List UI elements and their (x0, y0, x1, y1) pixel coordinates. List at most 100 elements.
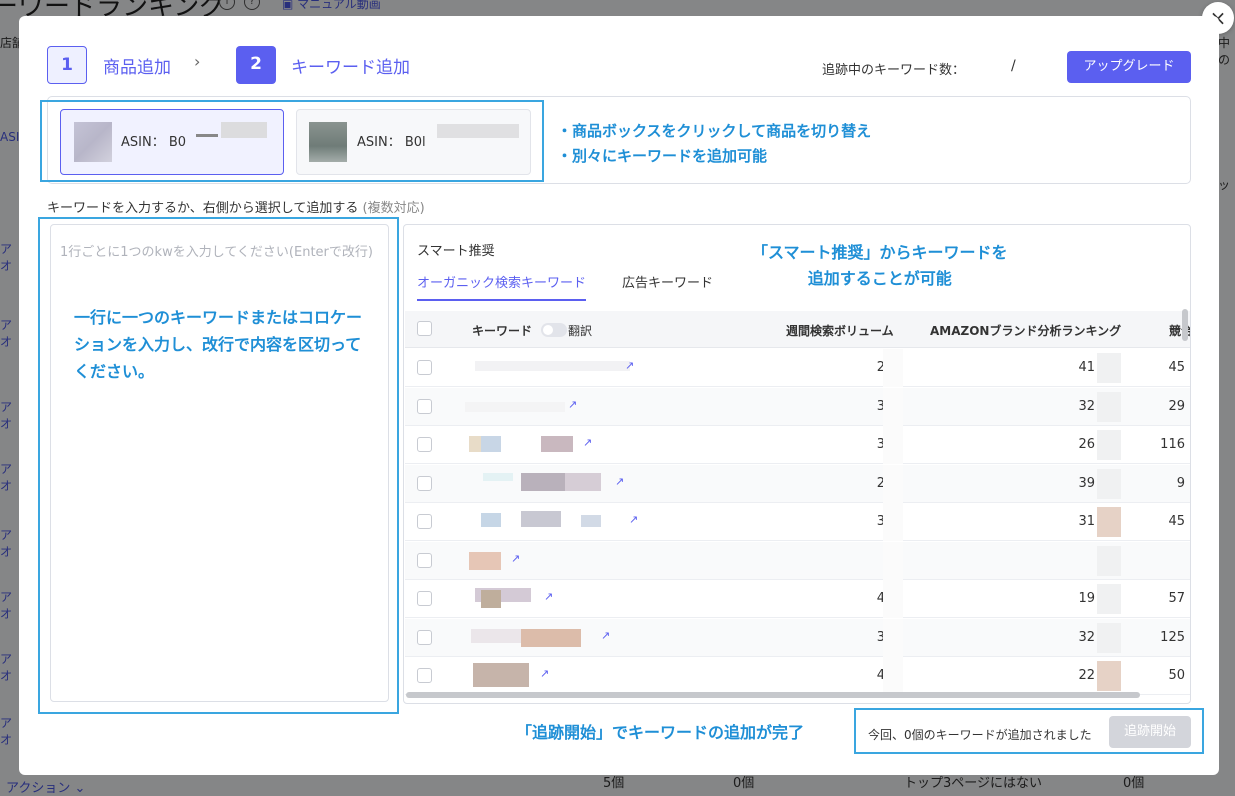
smart-recommendation-panel: スマート推奨 オーガニック検索キーワード 広告キーワード キーワード 翻訳 週間… (403, 224, 1191, 704)
added-count-text: 今回、0個のキーワードが追加されました (868, 728, 1092, 742)
external-link-icon[interactable]: ↗ (629, 513, 641, 526)
start-tracking-button[interactable]: 追跡開始 (1109, 716, 1191, 748)
competition-cell: 45 (1168, 514, 1185, 529)
table-row[interactable]: ↗ 4 19 57 (405, 580, 1190, 618)
row-checkbox[interactable] (417, 629, 432, 645)
competition-cell: 125 (1160, 629, 1185, 645)
table-row[interactable]: ↗ 3 26 116 (405, 426, 1190, 464)
annotation-smart-note: 「スマート推奨」からキーワードを 追加することが可能 (752, 240, 1008, 292)
external-link-icon[interactable]: ↗ (511, 552, 523, 565)
upgrade-button[interactable]: アップグレード (1067, 51, 1191, 83)
header-keyword[interactable]: キーワード (472, 322, 532, 339)
smart-title: スマート推奨 (417, 244, 495, 259)
step-2-label[interactable]: キーワード追加 (291, 53, 410, 78)
step-1-number[interactable]: 1 (47, 46, 87, 84)
row-checkbox[interactable] (417, 360, 432, 375)
blurred-keyword (521, 628, 581, 647)
annotation-line: ・別々にキーワードを追加可能 (557, 147, 768, 165)
weekly-volume-cell: 2 (876, 475, 885, 491)
translate-toggle[interactable] (541, 323, 567, 337)
blurred-value (883, 464, 903, 503)
row-checkbox[interactable] (417, 514, 432, 529)
tab-ad-keywords[interactable]: 広告キーワード (622, 272, 713, 291)
row-checkbox[interactable] (417, 398, 432, 414)
weekly-volume-cell: 2 (876, 360, 885, 375)
blurred-value (1097, 353, 1121, 383)
blurred-value (1097, 545, 1121, 576)
annotation-line: 「スマート推奨」からキーワードを (752, 243, 1008, 262)
table-row[interactable]: ↗ 4 22 50 (405, 657, 1190, 695)
competition-cell: 57 (1168, 591, 1185, 606)
tracking-count-label: 追跡中のキーワード数： (822, 63, 966, 78)
external-link-icon[interactable]: ↗ (601, 629, 613, 642)
table-row[interactable]: ↗ 3 31 45 (405, 503, 1190, 541)
table-row[interactable]: ↗ 2 41 45 (405, 349, 1190, 387)
blurred-keyword (481, 513, 501, 527)
competition-cell: 45 (1168, 360, 1185, 375)
brand-ranking-cell: 32 (1078, 629, 1095, 645)
weekly-volume-cell: 3 (876, 398, 885, 414)
row-checkbox[interactable] (417, 552, 432, 568)
table-row[interactable]: ↗ 3 32 125 (405, 618, 1190, 657)
row-checkbox[interactable] (417, 591, 432, 606)
blurred-keyword (475, 361, 630, 371)
blurred-value (883, 349, 903, 387)
blurred-keyword (469, 436, 481, 452)
competition-cell: 50 (1168, 668, 1185, 683)
external-link-icon[interactable]: ↗ (540, 667, 552, 680)
weekly-volume-cell: 3 (876, 514, 885, 529)
row-checkbox[interactable] (417, 668, 432, 683)
blurred-keyword (581, 515, 601, 527)
step-1-label[interactable]: 商品追加 (103, 53, 171, 78)
external-link-icon[interactable]: ↗ (583, 436, 595, 449)
external-link-icon[interactable]: ↗ (625, 359, 637, 372)
external-link-icon[interactable]: ↗ (568, 398, 580, 411)
brand-ranking-cell: 32 (1078, 398, 1095, 414)
blurred-value (1097, 391, 1121, 422)
tracking-count-value: / (1011, 58, 1016, 74)
external-link-icon[interactable]: ↗ (544, 590, 556, 603)
annotation-keyword-note: 一行に一つのキーワードまたはコロケーションを入力し、改行で内容を区切ってください… (74, 308, 363, 381)
brand-ranking-cell: 26 (1078, 437, 1095, 452)
blurred-keyword (483, 472, 513, 481)
weekly-volume-cell: 4 (876, 591, 885, 606)
select-all-checkbox[interactable] (417, 321, 432, 336)
brand-ranking-cell: 41 (1078, 360, 1095, 375)
table-row[interactable]: ↗ 2 39 9 (405, 464, 1190, 503)
vertical-scrollbar[interactable] (1182, 309, 1188, 341)
blurred-value (1097, 661, 1121, 691)
annotation-line: ・商品ボックスをクリックして商品を切り替え (557, 122, 872, 140)
row-checkbox[interactable] (417, 437, 432, 452)
horizontal-scrollbar[interactable] (406, 692, 1140, 698)
blurred-value (883, 503, 903, 541)
blurred-keyword (521, 472, 571, 491)
competition-cell: 116 (1160, 437, 1185, 452)
weekly-volume-cell: 4 (876, 668, 885, 683)
chevron-right-icon: › (194, 52, 201, 71)
annotation-line: 追加することが可能 (807, 269, 952, 288)
annotation-footer-note: 「追跡開始」でキーワードの追加が完了 (516, 723, 805, 742)
blurred-value (1097, 507, 1121, 537)
table-row[interactable]: ↗ (405, 541, 1190, 580)
header-translate: 翻訳 (568, 324, 593, 338)
blurred-keyword (469, 551, 501, 570)
annotation-product-note: ・商品ボックスをクリックして商品を切り替え ・別々にキーワードを追加可能 (557, 119, 871, 169)
table-header: キーワード 翻訳 週間検索ボリューム AMAZONブランド分析ランキング 競合 (405, 311, 1190, 348)
external-link-icon[interactable]: ↗ (615, 475, 627, 488)
row-checkbox[interactable] (417, 475, 432, 491)
blurred-value (883, 426, 903, 464)
blurred-value (1097, 584, 1121, 614)
header-brand-ranking[interactable]: AMAZONブランド分析ランキング (930, 322, 1121, 339)
table-row[interactable]: ↗ 3 32 29 (405, 387, 1190, 426)
blurred-keyword (481, 590, 501, 608)
add-keyword-modal: 1 商品追加 › 2 キーワード追加 追跡中のキーワード数： / アップグレード… (19, 16, 1219, 775)
annotation-box-textarea (38, 217, 399, 714)
blurred-keyword (481, 436, 501, 452)
competition-cell: 9 (1176, 475, 1185, 491)
keyword-instruction: キーワードを入力するか、右側から選択して追加する (複数対応) (47, 201, 425, 216)
blurred-value (1097, 430, 1121, 460)
blurred-value (1097, 622, 1121, 653)
header-weekly-volume[interactable]: 週間検索ボリューム (786, 322, 894, 339)
tab-organic-keywords[interactable]: オーガニック検索キーワード (417, 272, 587, 301)
step-2-number[interactable]: 2 (236, 46, 276, 84)
